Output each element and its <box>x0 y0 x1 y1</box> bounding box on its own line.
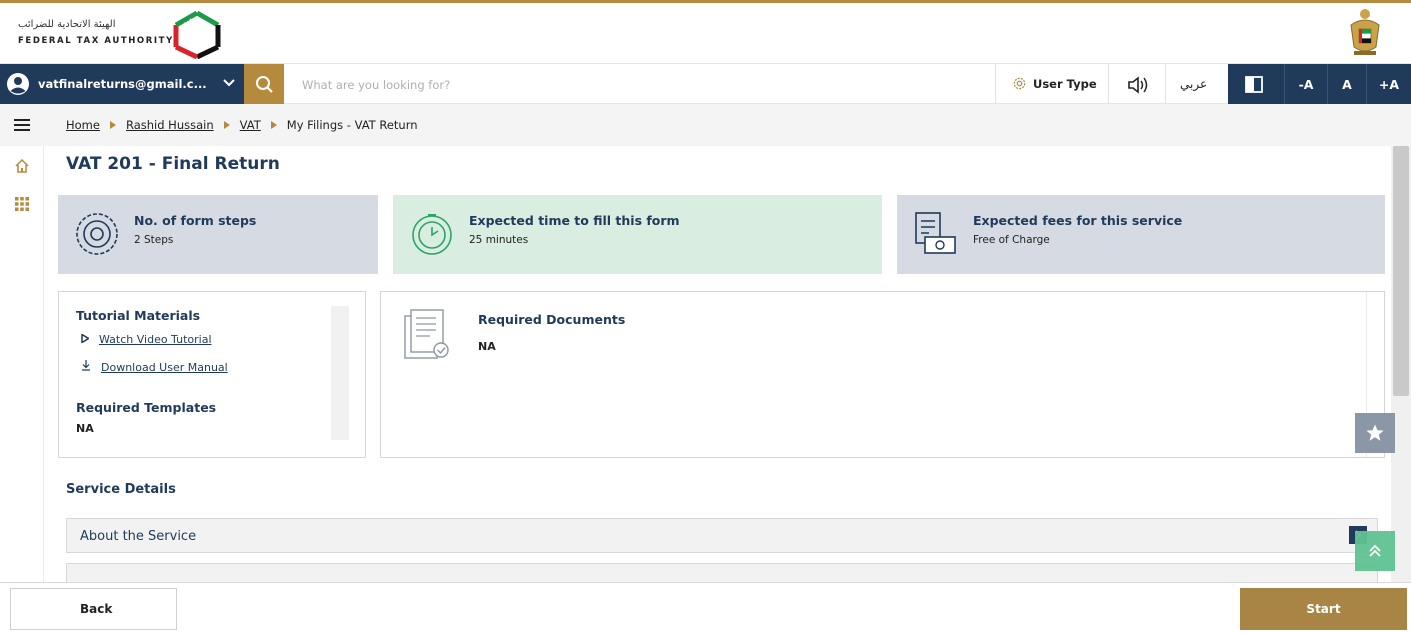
fees-receipt-icon <box>915 212 956 254</box>
steps-title: No. of form steps <box>134 213 257 228</box>
user-email-label: vatfinalreturns@gmail.c... <box>38 77 207 91</box>
accordion-next-item[interactable] <box>66 563 1378 582</box>
scroll-to-top-button[interactable] <box>1355 531 1395 571</box>
search-button[interactable] <box>244 64 284 105</box>
time-value: 25 minutes <box>469 234 529 246</box>
info-card-steps: No. of form steps 2 Steps <box>58 195 378 274</box>
back-button[interactable]: Back <box>10 588 177 630</box>
breadcrumb-arrow-icon <box>223 121 230 129</box>
download-manual-link[interactable]: Download User Manual <box>81 360 228 374</box>
sidebar-item-home[interactable] <box>0 146 44 186</box>
page-scrollbar-thumb[interactable] <box>1393 146 1409 396</box>
contrast-toggle-button[interactable] <box>1228 64 1284 105</box>
required-documents-title: Required Documents <box>478 312 626 327</box>
page-scrollbar[interactable] <box>1391 146 1411 582</box>
watch-video-label: Watch Video Tutorial <box>99 333 212 346</box>
speaker-icon[interactable] <box>1127 75 1149 95</box>
templates-heading: Required Templates <box>76 400 217 415</box>
steps-value: 2 Steps <box>134 234 174 246</box>
play-icon <box>81 333 90 344</box>
favorite-button[interactable] <box>1355 413 1395 453</box>
grid-icon <box>15 197 29 211</box>
breadcrumb-user[interactable]: Rashid Hussain <box>126 118 214 132</box>
uae-emblem-icon <box>1350 9 1380 55</box>
fta-logo[interactable]: الهيئة الاتحادية للضرائب FEDERAL TAX AUT… <box>18 9 228 59</box>
contrast-icon <box>1245 76 1263 93</box>
user-account-dropdown[interactable]: vatfinalreturns@gmail.c... <box>0 64 244 105</box>
info-card-time: Expected time to fill this form 25 minut… <box>393 195 882 274</box>
tutorial-materials-card: Tutorial Materials Watch Video Tutorial … <box>58 291 366 458</box>
breadcrumb-bar: Home Rashid Hussain VAT My Filings - VAT Re… <box>44 104 1411 146</box>
left-sidebar <box>0 104 44 584</box>
gear-icon <box>1013 77 1026 90</box>
breadcrumb-arrow-icon <box>109 121 116 129</box>
service-details-heading: Service Details <box>66 482 176 497</box>
breadcrumb-arrow-icon <box>270 121 277 129</box>
required-documents-value: NA <box>478 340 496 353</box>
tutorial-heading: Tutorial Materials <box>76 308 201 323</box>
home-icon <box>15 158 29 173</box>
breadcrumb-current: My Filings - VAT Return <box>286 118 418 132</box>
fta-logo-mark-icon <box>173 10 221 59</box>
required-documents-card: Required Documents NA <box>380 291 1385 458</box>
language-toggle[interactable]: عربي <box>1180 77 1207 91</box>
navbar-divider <box>1165 64 1166 105</box>
logo-arabic-text: الهيئة الاتحادية للضرائب <box>18 19 116 30</box>
fees-title: Expected fees for this service <box>973 213 1183 228</box>
user-avatar-icon <box>7 73 29 95</box>
user-type-button[interactable]: User Type <box>1012 76 1097 91</box>
sidebar-item-apps[interactable] <box>0 184 44 224</box>
search-icon <box>256 76 273 93</box>
hamburger-icon <box>14 119 30 131</box>
time-title: Expected time to fill this form <box>469 213 680 228</box>
accordion-about-service-label: About the Service <box>80 529 197 544</box>
breadcrumb-vat[interactable]: VAT <box>240 118 261 132</box>
navbar-divider <box>1108 64 1109 105</box>
accordion-about-service[interactable]: About the Service <box>66 518 1378 553</box>
documents-icon <box>404 309 449 359</box>
logo-english-text: FEDERAL TAX AUTHORITY <box>18 36 174 46</box>
user-type-label: User Type <box>1033 77 1097 91</box>
stopwatch-icon <box>412 214 452 255</box>
info-card-fees: Expected fees for this service Free of C… <box>897 195 1385 274</box>
page-title: VAT 201 - Final Return <box>66 154 280 174</box>
download-manual-label: Download User Manual <box>101 361 228 374</box>
download-icon <box>82 360 90 371</box>
chevron-down-icon <box>223 79 235 87</box>
font-increase-button[interactable]: +A <box>1367 64 1411 105</box>
tutorial-scrollbar[interactable] <box>331 306 349 440</box>
navbar-divider <box>995 64 996 105</box>
double-chevron-up-icon <box>1369 544 1381 557</box>
start-button[interactable]: Start <box>1240 588 1407 630</box>
templates-value: NA <box>76 422 94 435</box>
breadcrumb: Home Rashid Hussain VAT My Filings - VAT Re… <box>66 118 418 132</box>
font-decrease-button[interactable]: -A <box>1285 64 1327 105</box>
star-icon <box>1366 424 1384 441</box>
cog-steps-icon <box>76 213 118 255</box>
site-header: الهيئة الاتحادية للضرائب FEDERAL TAX AUT… <box>0 3 1411 63</box>
font-normal-button[interactable]: A <box>1328 64 1366 105</box>
fees-value: Free of Charge <box>973 234 1050 246</box>
main-content: VAT 201 - Final Return No. of form steps… <box>51 146 1391 582</box>
menu-toggle-button[interactable] <box>0 104 44 146</box>
search-input[interactable] <box>290 64 990 105</box>
breadcrumb-home[interactable]: Home <box>66 118 100 132</box>
main-navbar: vatfinalreturns@gmail.c... User Type عرب… <box>0 63 1411 105</box>
watch-video-link[interactable]: Watch Video Tutorial <box>81 333 212 346</box>
action-footer: Back Start <box>0 582 1411 634</box>
